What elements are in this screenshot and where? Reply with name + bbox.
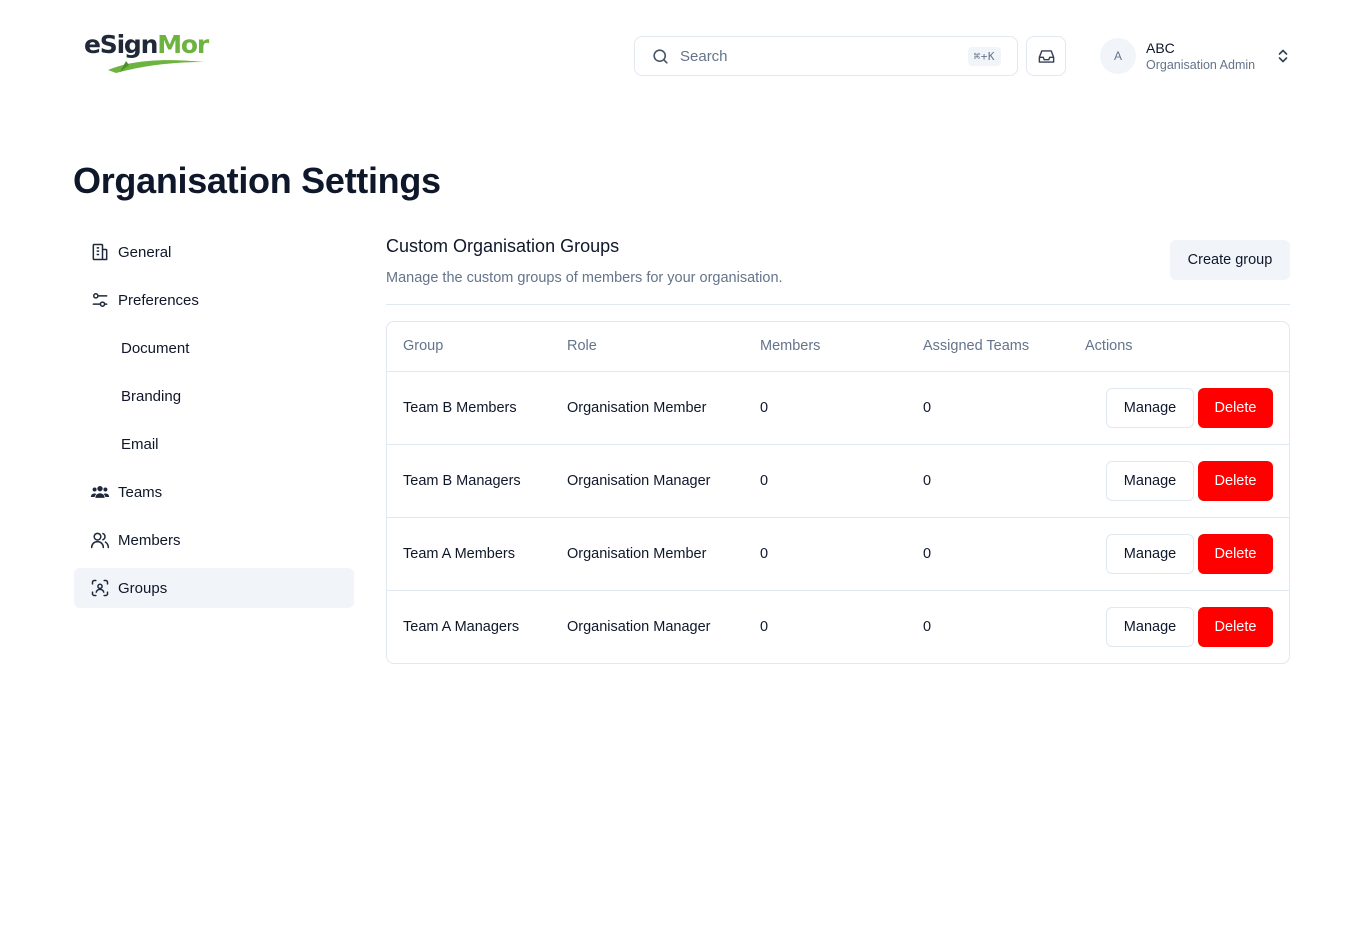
table-header-row: Group Role Members Assigned Teams Action…: [387, 322, 1289, 372]
group-role: Organisation Member: [551, 517, 744, 591]
group-members-count: 0: [760, 618, 769, 635]
manage-button[interactable]: Manage: [1106, 606, 1194, 647]
delete-button[interactable]: Delete: [1198, 387, 1273, 428]
sidebar-item-teams[interactable]: Teams: [74, 472, 354, 512]
group-role: Organisation Manager: [567, 618, 711, 635]
column-header-role: Role: [551, 322, 744, 372]
app-logo[interactable]: eSignMor: [84, 28, 210, 74]
column-header-actions: Actions: [1069, 322, 1289, 372]
sliders-icon: [90, 290, 110, 310]
group-name: Team A Managers: [403, 618, 520, 635]
manage-button[interactable]: Manage: [1106, 387, 1194, 428]
table-row: Team B Managers Organisation Manager 0 0…: [387, 444, 1289, 518]
delete-button[interactable]: Delete: [1198, 460, 1273, 501]
sidebar-item-groups[interactable]: Groups: [74, 568, 354, 608]
delete-button[interactable]: Delete: [1198, 533, 1273, 574]
sidebar-item-label: Preferences: [118, 291, 199, 309]
group-members-count: 0: [744, 371, 907, 445]
table-row: Team A Members Organisation Member 0 0 M…: [387, 517, 1289, 591]
groups-table: Group Role Members Assigned Teams Action…: [386, 321, 1290, 664]
avatar: A: [1100, 38, 1136, 74]
logo-swoosh-icon: [108, 60, 204, 73]
column-header-members: Members: [744, 322, 907, 372]
search-input[interactable]: Search ⌘+K: [634, 36, 1018, 76]
group-scan-icon: [90, 578, 110, 598]
group-name: Team A Members: [387, 517, 551, 591]
row-actions: Manage Delete: [1069, 517, 1289, 591]
group-role: Organisation Manager: [551, 444, 744, 518]
manage-button[interactable]: Manage: [1106, 460, 1194, 501]
page-title: Organisation Settings: [73, 160, 441, 201]
table-row: Team B Members Organisation Member 0 0 M…: [387, 371, 1289, 445]
sidebar-item-email[interactable]: Email: [74, 424, 354, 464]
user-icon: [90, 530, 110, 550]
table-row: Team A Managers Organisation Manager 0 0…: [387, 590, 1289, 663]
group-name: Team B Members: [387, 371, 551, 445]
manage-button[interactable]: Manage: [1106, 533, 1194, 574]
sidebar-item-label: General: [118, 243, 172, 261]
column-header-group: Group: [387, 322, 551, 372]
chevron-up-down-icon: [1278, 49, 1288, 63]
search-shortcut-badge: ⌘+K: [967, 46, 1001, 66]
sidebar-item-label: Members: [118, 531, 181, 549]
group-teams-count: 0: [907, 444, 1069, 518]
section-title: Custom Organisation Groups: [386, 236, 620, 256]
user-menu[interactable]: A ABC Organisation Admin: [1100, 36, 1290, 76]
sidebar-item-label: Email: [121, 435, 159, 453]
logo-text: eSignMor: [84, 30, 209, 59]
sidebar-item-general[interactable]: General: [74, 232, 354, 272]
sidebar-item-document[interactable]: Document: [74, 328, 354, 368]
search-icon: [653, 48, 668, 64]
user-role: Organisation Admin: [1146, 58, 1256, 72]
inbox-icon: [1038, 49, 1054, 63]
row-actions: Manage Delete: [1069, 444, 1289, 518]
inbox-button[interactable]: [1026, 36, 1066, 76]
group-teams-count: 0: [923, 618, 932, 635]
sidebar-item-members[interactable]: Members: [74, 520, 354, 560]
sidebar-item-preferences[interactable]: Preferences: [74, 280, 354, 320]
search-placeholder: Search: [680, 47, 728, 65]
sidebar-item-branding[interactable]: Branding: [74, 376, 354, 416]
group-members-count: 0: [744, 517, 907, 591]
users-icon: [90, 482, 110, 502]
group-name: Team B Managers: [387, 444, 551, 518]
user-name: ABC: [1146, 40, 1175, 56]
divider: [386, 304, 1290, 305]
row-actions: Manage Delete: [1069, 371, 1289, 445]
delete-button[interactable]: Delete: [1198, 606, 1273, 647]
settings-sidebar: General Preferences Document Branding Em…: [74, 232, 354, 616]
group-role: Organisation Member: [551, 371, 744, 445]
section-description: Manage the custom groups of members for …: [386, 270, 783, 286]
column-header-assigned-teams: Assigned Teams: [907, 322, 1069, 372]
building-icon: [90, 242, 110, 262]
create-group-button[interactable]: Create group: [1170, 240, 1290, 280]
sidebar-item-label: Groups: [118, 579, 168, 597]
sidebar-item-label: Branding: [121, 387, 182, 405]
group-teams-count: 0: [907, 517, 1069, 591]
row-actions: Manage Delete: [1069, 590, 1289, 663]
group-members-count: 0: [744, 444, 907, 518]
group-teams-count: 0: [907, 371, 1069, 445]
sidebar-item-label: Teams: [118, 483, 163, 501]
sidebar-item-label: Document: [121, 339, 190, 357]
